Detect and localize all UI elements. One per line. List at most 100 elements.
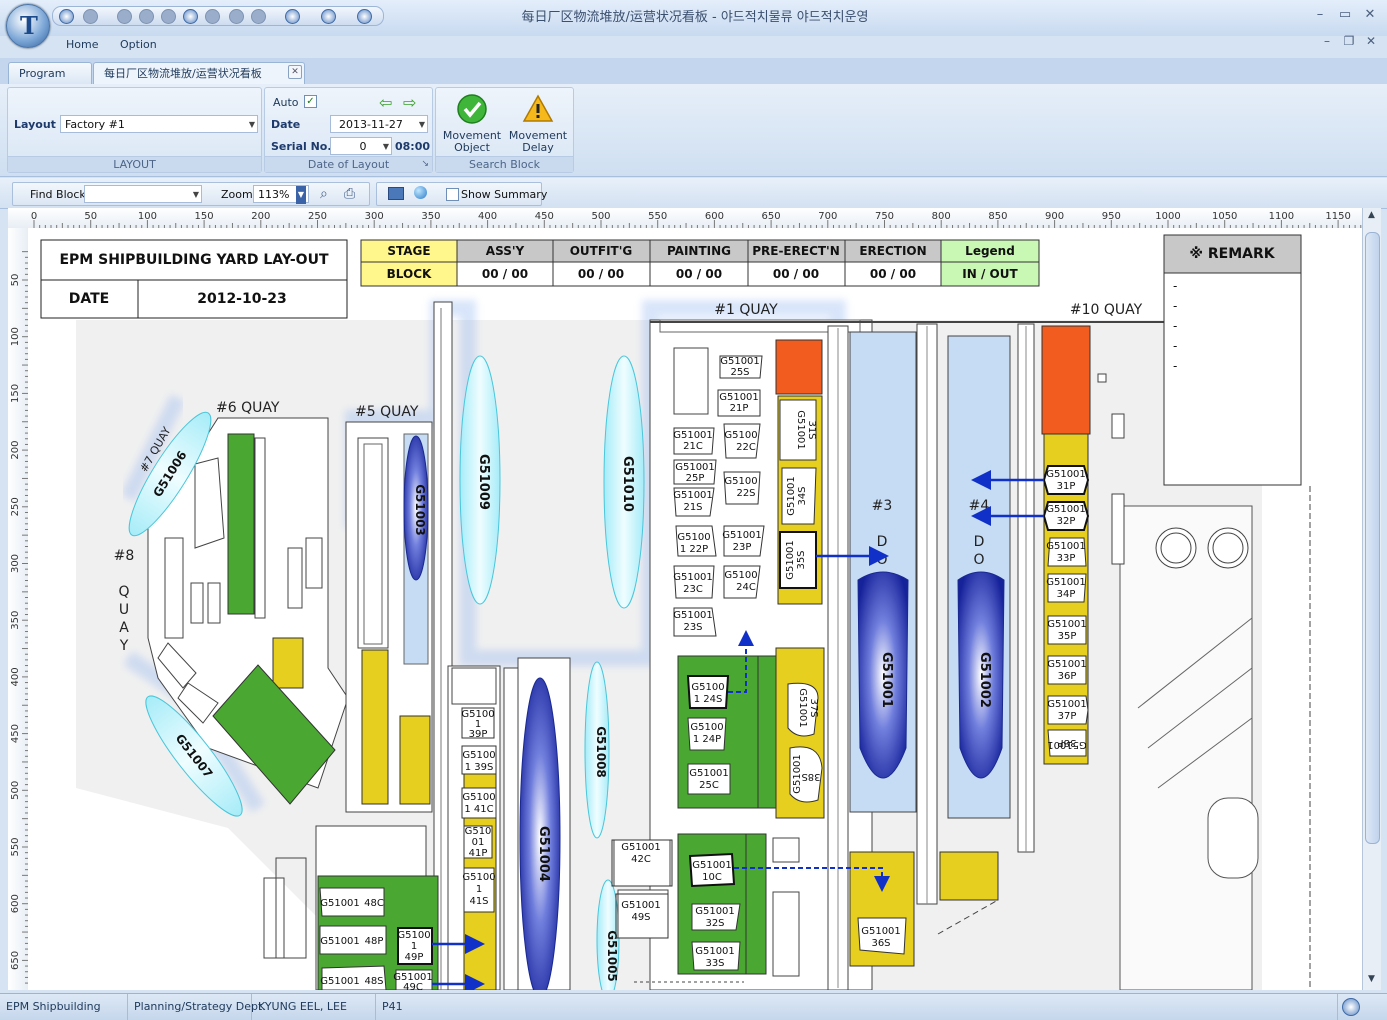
block-31s-id: G51001 (795, 410, 806, 450)
stage-header: ASS'Y (486, 244, 525, 258)
maximize-icon[interactable]: ▭ (1336, 8, 1354, 22)
movement-object-button[interactable]: Movement Object (440, 90, 504, 154)
block-24p-id: G5100 (690, 722, 723, 733)
block-23c-no: 23C (683, 584, 703, 595)
movement-delay-button[interactable]: Movement Delay (506, 90, 570, 154)
show-summary-checkbox[interactable] (446, 188, 459, 201)
block-24c-no: 24C (736, 582, 756, 593)
next-arrow-icon[interactable]: ⇨ (403, 93, 416, 112)
close-icon[interactable]: ✕ (1361, 8, 1379, 22)
quay-8-char: Y (119, 638, 129, 654)
block-23p-id: G51001 (722, 530, 762, 541)
block-33s-no: 33S (705, 958, 724, 969)
stage-cell: 00 / 00 (870, 267, 916, 281)
block-33s-id: G51001 (695, 946, 735, 957)
tab-layout-board-label: 每日厂区物流堆放/运营状况看板 (104, 67, 262, 80)
settings-icon[interactable] (251, 9, 266, 24)
date-value: 2013-11-27 (339, 118, 403, 131)
globe-icon[interactable] (414, 186, 427, 199)
status-info-icon[interactable] (1342, 998, 1360, 1016)
layout-toolbar: Find Block ▼ Zoom 113% ▼ ⌕ ⎙ Show Summary (0, 178, 1387, 209)
minimize-icon[interactable]: – (1311, 8, 1329, 22)
zoom-select[interactable]: 113% ▼ (253, 185, 309, 204)
dock-3-char: #3 (872, 498, 893, 514)
block-38s-id: G51001 (792, 754, 803, 794)
child-minimize-icon[interactable]: – (1319, 34, 1335, 48)
stage-cell: 00 / 00 (578, 267, 624, 281)
printer-icon[interactable]: ⎙ (344, 186, 355, 202)
auto-checkbox[interactable]: ✓ (304, 95, 317, 108)
vertical-scrollbar[interactable]: ▲ ▼ (1362, 208, 1381, 990)
scroll-down-icon[interactable]: ▼ (1365, 974, 1378, 987)
layout-select[interactable]: Factory #1 ▼ (60, 115, 258, 133)
scroll-thumb[interactable] (1365, 232, 1380, 844)
block-22p-no: 1 22P (680, 544, 708, 555)
block-31p-no: 31P (1057, 481, 1076, 492)
quay-8-char: #8 (114, 548, 135, 564)
ruler-tick-label: 650 (10, 951, 21, 970)
search-block-group: Movement Object Movement Delay Search Bloc… (435, 87, 574, 173)
block-21c-id: G51001 (673, 430, 713, 441)
close-program-icon[interactable] (321, 9, 336, 24)
layout-label: Layout (14, 118, 56, 131)
block-24c-id: G5100 (724, 570, 757, 581)
monitor-icon[interactable] (285, 9, 300, 24)
dock-4-char: O (973, 552, 984, 568)
remark-item: - (1173, 319, 1177, 333)
block-48c-no: 48C (364, 898, 384, 909)
block-49p-id: G5100 (397, 930, 430, 941)
status-user: KYUNG EEL, LEE (252, 994, 376, 1020)
delete-icon[interactable] (139, 9, 154, 24)
block-34p-id: G51001 (1046, 577, 1086, 588)
menu-home[interactable]: Home (66, 38, 98, 51)
find-block-input[interactable]: ▼ (84, 185, 202, 203)
block-35s-no: 35S (796, 550, 807, 569)
export-icon[interactable] (229, 9, 244, 24)
block-32s-no: 32S (705, 918, 724, 929)
application-menu-button[interactable]: T (6, 4, 50, 48)
dialog-launcher-icon[interactable]: ↘ (421, 157, 429, 172)
previous-arrow-icon[interactable]: ⇦ (379, 93, 392, 112)
block-38p-id: G51001 (1047, 739, 1087, 750)
block-31s-no: 31S (806, 420, 817, 439)
date-picker[interactable]: 2013-11-27 ▼ (330, 115, 428, 133)
tab-layout-board[interactable]: 每日厂区物流堆放/运营状况看板 (93, 62, 305, 84)
auto-label: Auto (273, 96, 299, 109)
print-icon[interactable] (205, 9, 220, 24)
ruler-tick-label: 50 (10, 274, 21, 287)
query-icon[interactable] (183, 9, 198, 24)
app-logo-letter: T (20, 11, 38, 40)
zoom-search-icon[interactable]: ⌕ (320, 186, 328, 202)
zoom-label: Zoom (221, 188, 253, 201)
ruler-tick-label: 200 (10, 441, 21, 460)
child-close-icon[interactable]: ✕ (1363, 34, 1379, 48)
block-49p-no: 49P (405, 952, 424, 963)
save-icon[interactable] (117, 9, 132, 24)
block-41p-n1: 01 (472, 837, 485, 848)
serial-number-select[interactable]: 0 ▼ (330, 137, 392, 155)
ship-label: G51004 (536, 826, 551, 882)
child-restore-icon[interactable]: ❐ (1341, 34, 1357, 48)
block-42c-id: G51001 (621, 842, 661, 853)
menu-option[interactable]: Option (120, 38, 157, 51)
layout-canvas[interactable]: G51006 G51007 #6 QUAY #7 QUAY #8 Q U A Y… (28, 228, 1362, 990)
stage-cell: BLOCK (387, 267, 432, 281)
refresh-icon[interactable] (59, 9, 74, 24)
stage-header: Legend (965, 244, 1015, 258)
remark-item: - (1173, 339, 1177, 353)
block-25s-no: 25S (730, 367, 749, 378)
chevron-down-icon: ▼ (418, 120, 425, 129)
tab-program[interactable]: Program (8, 62, 92, 84)
status-code: P41 (376, 994, 1338, 1020)
tab-close-icon[interactable]: ✕ (288, 65, 302, 79)
ruler-tick-label: 550 (10, 837, 21, 856)
quick-access-toolbar (52, 6, 384, 26)
warning-icon (522, 94, 554, 122)
remark-item: - (1173, 359, 1177, 373)
scroll-up-icon[interactable]: ▲ (1365, 210, 1378, 223)
new-icon[interactable] (83, 9, 98, 24)
monitor-view-icon[interactable] (388, 187, 404, 200)
copy-icon[interactable] (161, 9, 176, 24)
help-icon[interactable] (357, 9, 372, 24)
block-41c-no: 1 41C (464, 804, 493, 815)
